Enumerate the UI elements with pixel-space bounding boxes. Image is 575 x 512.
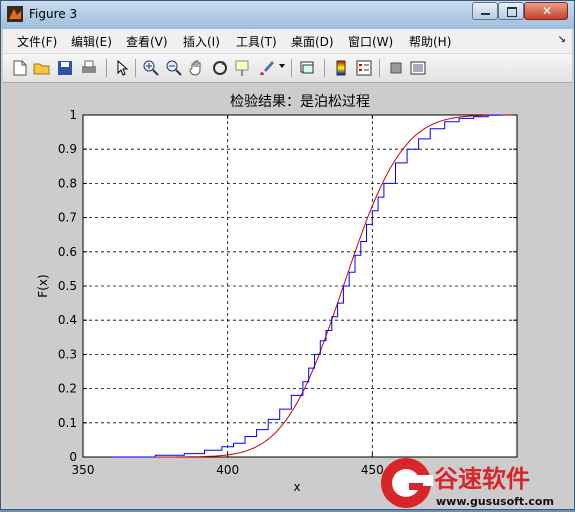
cdf-plot[interactable]: 检验结果：是泊松过程 x F(x) 0 0.1 0.2 0.3 0.4 0.5 0.6 0.7… xyxy=(3,83,572,508)
x-tick-label: 400 xyxy=(216,463,239,477)
pan-icon[interactable] xyxy=(188,59,206,77)
link-icon[interactable] xyxy=(299,59,317,77)
toolbar-separator xyxy=(135,59,136,77)
toolbar-separator xyxy=(379,59,380,77)
y-tick-label: 0.3 xyxy=(58,347,77,361)
print-icon[interactable] xyxy=(80,59,98,77)
toolbar-separator xyxy=(291,59,292,77)
data-cursor-icon[interactable] xyxy=(234,59,252,77)
y-tick-label: 0.8 xyxy=(58,176,77,190)
save-icon[interactable] xyxy=(56,59,74,77)
watermark-brand: 谷速软件 xyxy=(434,465,530,493)
menu-tools[interactable]: 工具(T) xyxy=(236,33,277,50)
menu-help[interactable]: 帮助(H) xyxy=(409,33,451,50)
y-tick-label: 0.5 xyxy=(58,279,77,293)
colorbar-icon[interactable] xyxy=(332,59,350,77)
close-button[interactable]: ✕ xyxy=(524,2,568,20)
show-tools-icon[interactable] xyxy=(409,59,427,77)
menu-edit[interactable]: 编辑(E) xyxy=(71,33,112,50)
figure-toolbar xyxy=(3,54,572,83)
zoom-out-icon[interactable] xyxy=(165,59,183,77)
x-axis-label: x xyxy=(293,480,300,494)
window-title: Figure 3 xyxy=(29,7,78,21)
rotate-icon[interactable] xyxy=(211,59,229,77)
menu-bar: 文件(F) 编辑(E) 查看(V) 插入(I) 工具(T) 桌面(D) 窗口(W… xyxy=(3,29,572,54)
menu-file[interactable]: 文件(F) xyxy=(17,33,57,50)
y-tick-label: 0.2 xyxy=(58,382,77,396)
dropdown-arrow-icon[interactable] xyxy=(279,64,285,68)
y-tick-label: 0.1 xyxy=(58,416,77,430)
y-tick-label: 0.9 xyxy=(58,142,77,156)
minimize-button[interactable] xyxy=(472,2,498,20)
new-figure-icon[interactable] xyxy=(11,59,29,77)
brush-icon[interactable] xyxy=(258,59,276,77)
open-icon[interactable] xyxy=(33,59,51,77)
chart-title: 检验结果：是泊松过程 xyxy=(230,94,370,110)
zoom-in-icon[interactable] xyxy=(142,59,160,77)
figure-window: Figure 3 ✕ 文件(F) 编辑(E) 查看(V) 插入(I) 工具(T)… xyxy=(0,0,575,510)
y-tick-label: 0 xyxy=(69,450,77,464)
y-tick-label: 0.7 xyxy=(58,211,77,225)
toolbar-separator xyxy=(324,59,325,77)
y-tick-label: 1 xyxy=(69,108,77,122)
y-tick-label: 0.6 xyxy=(58,245,77,259)
watermark-logo: 谷速软件 www.gususoft.com xyxy=(381,458,554,508)
x-tick-label: 350 xyxy=(72,463,95,477)
watermark-url: www.gususoft.com xyxy=(436,495,554,508)
dock-arrow-icon[interactable]: ↘ xyxy=(558,34,566,45)
menu-view[interactable]: 查看(V) xyxy=(126,33,168,50)
figure-canvas: 检验结果：是泊松过程 x F(x) 0 0.1 0.2 0.3 0.4 0.5 0.6 0.7… xyxy=(3,83,572,508)
legend-icon[interactable] xyxy=(355,59,373,77)
matlab-icon xyxy=(7,6,23,22)
menu-desktop[interactable]: 桌面(D) xyxy=(291,33,334,50)
maximize-button[interactable] xyxy=(498,2,524,20)
menu-insert[interactable]: 插入(I) xyxy=(183,33,220,50)
toolbar-separator xyxy=(106,59,107,77)
menu-window[interactable]: 窗口(W) xyxy=(348,33,393,50)
y-tick-label: 0.4 xyxy=(58,313,77,327)
pointer-icon[interactable] xyxy=(113,59,131,77)
hide-tools-icon[interactable] xyxy=(387,59,405,77)
title-bar[interactable]: Figure 3 ✕ xyxy=(1,1,574,29)
y-axis-label: F(x) xyxy=(36,274,50,297)
